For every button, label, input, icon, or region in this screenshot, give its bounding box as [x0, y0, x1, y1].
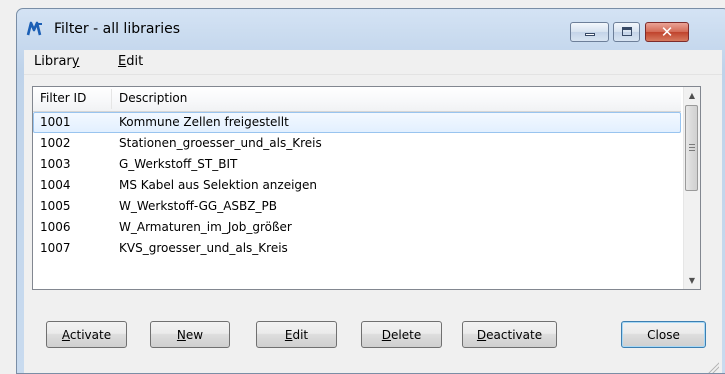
edit-button[interactable]: Edit — [256, 321, 337, 348]
cell-description: W_Armaturen_im_Job_größer — [119, 220, 292, 234]
grip-icon — [689, 144, 695, 151]
menu-library[interactable]: Library — [34, 54, 79, 70]
cell-filter-id: 1003 — [40, 157, 71, 171]
maximize-button[interactable] — [613, 22, 640, 42]
scroll-thumb[interactable] — [685, 105, 698, 191]
close-button[interactable]: Close — [621, 321, 706, 348]
cell-filter-id: 1004 — [40, 178, 71, 192]
column-divider[interactable] — [111, 89, 112, 109]
list-rows: 1001 Kommune Zellen freigestellt 1002 Stati… — [33, 112, 681, 259]
cell-description: Kommune Zellen freigestellt — [119, 115, 289, 129]
microstation-icon — [26, 20, 44, 38]
filter-list[interactable]: Filter ID Description 1001 Kommune Zellen… — [32, 86, 701, 290]
delete-mnemonic: D — [381, 327, 392, 342]
activate-label: ctivate — [69, 327, 112, 342]
menu-library-label: Librar — [34, 54, 72, 69]
list-item[interactable]: 1005 W_Werkstoff-GG_ASBZ_PB — [33, 196, 681, 217]
list-item[interactable]: 1003 G_Werkstoff_ST_BIT — [33, 154, 681, 175]
new-mnemonic: N — [176, 327, 186, 342]
new-label: ew — [185, 327, 204, 342]
deactivate-mnemonic: D — [476, 327, 487, 342]
menu-bar: Library Edit — [24, 50, 722, 75]
cell-filter-id: 1002 — [40, 136, 71, 150]
delete-button[interactable]: Delete — [361, 321, 442, 348]
activate-mnemonic: A — [61, 327, 70, 342]
list-item[interactable]: 1007 KVS_groesser_und_als_Kreis — [33, 238, 681, 259]
menu-edit-mnemonic: E — [118, 54, 127, 69]
window-title: Filter - all libraries — [54, 21, 180, 37]
cell-filter-id: 1006 — [40, 220, 71, 234]
column-header-description[interactable]: Description — [119, 91, 187, 105]
scroll-down-icon[interactable]: ▼ — [684, 272, 700, 289]
close-label: Close — [647, 327, 680, 342]
maximize-icon — [622, 27, 632, 36]
deactivate-label: eactivate — [486, 327, 543, 342]
cell-description: MS Kabel aus Selektion anzeigen — [119, 178, 318, 192]
cell-description: W_Werkstoff-GG_ASBZ_PB — [119, 199, 277, 213]
list-item[interactable]: 1002 Stationen_groesser_und_als_Kreis — [33, 133, 681, 154]
column-header-filter-id[interactable]: Filter ID — [40, 91, 86, 105]
dialog-client-area: Library Edit Filter ID Description 1001 K… — [24, 50, 722, 373]
close-window-button[interactable]: ✕ — [645, 22, 689, 42]
activate-button[interactable]: Activate — [46, 321, 127, 348]
cell-description: Stationen_groesser_und_als_Kreis — [119, 136, 322, 150]
cell-filter-id: 1001 — [40, 115, 71, 129]
close-icon: ✕ — [660, 23, 674, 41]
resize-grip-icon[interactable] — [707, 361, 719, 373]
minimize-icon — [585, 33, 595, 36]
filter-dialog-window: Filter - all libraries ✕ Library Edit Fi… — [16, 8, 725, 374]
list-item[interactable]: 1001 Kommune Zellen freigestellt — [33, 112, 681, 133]
deactivate-button[interactable]: Deactivate — [462, 321, 557, 348]
cell-filter-id: 1007 — [40, 241, 71, 255]
new-button[interactable]: New — [150, 321, 230, 348]
vertical-scrollbar[interactable]: ▲ ▼ — [683, 87, 700, 289]
menu-edit-label: dit — [126, 54, 144, 69]
cell-filter-id: 1005 — [40, 199, 71, 213]
list-header: Filter ID Description — [33, 87, 681, 112]
delete-label: elete — [391, 327, 422, 342]
cell-description: KVS_groesser_und_als_Kreis — [119, 241, 288, 255]
minimize-button[interactable] — [570, 22, 609, 42]
menu-library-mnemonic: y — [71, 54, 80, 69]
scroll-up-icon[interactable]: ▲ — [684, 87, 700, 104]
menu-edit[interactable]: Edit — [118, 54, 143, 70]
cell-description: G_Werkstoff_ST_BIT — [119, 157, 238, 171]
list-item[interactable]: 1006 W_Armaturen_im_Job_größer — [33, 217, 681, 238]
edit-label: dit — [292, 327, 309, 342]
title-bar[interactable]: Filter - all libraries ✕ — [17, 9, 725, 51]
list-item[interactable]: 1004 MS Kabel aus Selektion anzeigen — [33, 175, 681, 196]
